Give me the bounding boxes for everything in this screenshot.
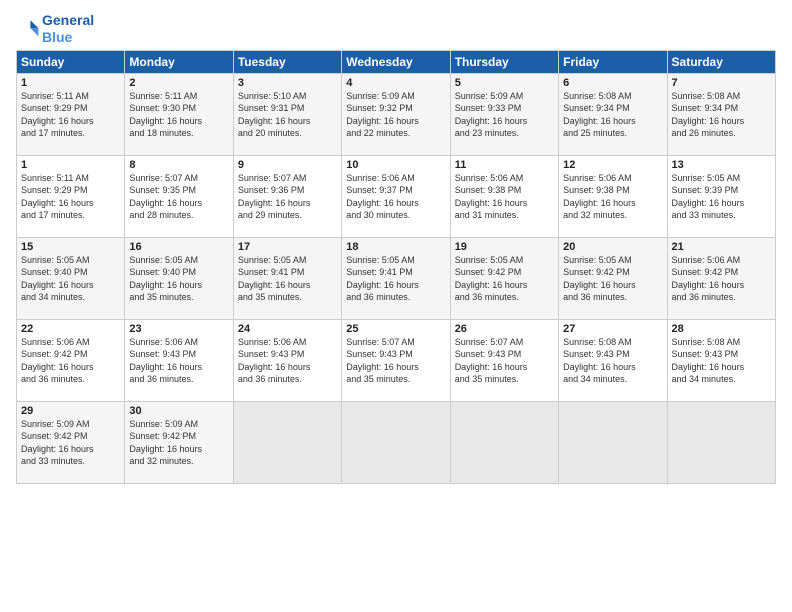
header: General Blue bbox=[16, 12, 776, 46]
calendar-cell bbox=[667, 401, 775, 483]
logo-icon bbox=[16, 17, 40, 41]
calendar-cell: 25Sunrise: 5:07 AMSunset: 9:43 PMDayligh… bbox=[342, 319, 450, 401]
calendar-cell: 10Sunrise: 5:06 AMSunset: 9:37 PMDayligh… bbox=[342, 155, 450, 237]
weekday-header: Monday bbox=[125, 50, 233, 73]
weekday-header: Saturday bbox=[667, 50, 775, 73]
calendar-cell: 24Sunrise: 5:06 AMSunset: 9:43 PMDayligh… bbox=[233, 319, 341, 401]
calendar-cell: 11Sunrise: 5:06 AMSunset: 9:38 PMDayligh… bbox=[450, 155, 558, 237]
calendar-cell: 28Sunrise: 5:08 AMSunset: 9:43 PMDayligh… bbox=[667, 319, 775, 401]
calendar-cell: 8Sunrise: 5:07 AMSunset: 9:35 PMDaylight… bbox=[125, 155, 233, 237]
calendar-cell: 13Sunrise: 5:05 AMSunset: 9:39 PMDayligh… bbox=[667, 155, 775, 237]
calendar-cell bbox=[559, 401, 667, 483]
calendar-cell bbox=[450, 401, 558, 483]
calendar-cell: 21Sunrise: 5:06 AMSunset: 9:42 PMDayligh… bbox=[667, 237, 775, 319]
weekday-header: Sunday bbox=[17, 50, 125, 73]
calendar-cell: 2Sunrise: 5:11 AMSunset: 9:30 PMDaylight… bbox=[125, 73, 233, 155]
weekday-header: Tuesday bbox=[233, 50, 341, 73]
calendar-cell: 16Sunrise: 5:05 AMSunset: 9:40 PMDayligh… bbox=[125, 237, 233, 319]
calendar-cell: 9Sunrise: 5:07 AMSunset: 9:36 PMDaylight… bbox=[233, 155, 341, 237]
calendar-cell: 17Sunrise: 5:05 AMSunset: 9:41 PMDayligh… bbox=[233, 237, 341, 319]
calendar-cell: 12Sunrise: 5:06 AMSunset: 9:38 PMDayligh… bbox=[559, 155, 667, 237]
weekday-header: Wednesday bbox=[342, 50, 450, 73]
logo-text: General Blue bbox=[42, 12, 94, 46]
calendar-cell: 29Sunrise: 5:09 AMSunset: 9:42 PMDayligh… bbox=[17, 401, 125, 483]
weekday-header: Thursday bbox=[450, 50, 558, 73]
calendar-cell: 30Sunrise: 5:09 AMSunset: 9:42 PMDayligh… bbox=[125, 401, 233, 483]
calendar-cell: 1Sunrise: 5:11 AMSunset: 9:29 PMDaylight… bbox=[17, 155, 125, 237]
calendar-cell: 15Sunrise: 5:05 AMSunset: 9:40 PMDayligh… bbox=[17, 237, 125, 319]
calendar-cell: 18Sunrise: 5:05 AMSunset: 9:41 PMDayligh… bbox=[342, 237, 450, 319]
calendar-cell: 26Sunrise: 5:07 AMSunset: 9:43 PMDayligh… bbox=[450, 319, 558, 401]
calendar-cell: 20Sunrise: 5:05 AMSunset: 9:42 PMDayligh… bbox=[559, 237, 667, 319]
calendar-cell bbox=[233, 401, 341, 483]
calendar-cell bbox=[342, 401, 450, 483]
weekday-header-row: SundayMondayTuesdayWednesdayThursdayFrid… bbox=[17, 50, 776, 73]
calendar-cell: 22Sunrise: 5:06 AMSunset: 9:42 PMDayligh… bbox=[17, 319, 125, 401]
calendar-cell: 7Sunrise: 5:08 AMSunset: 9:34 PMDaylight… bbox=[667, 73, 775, 155]
page: General Blue SundayMondayTuesdayWednesda… bbox=[0, 0, 792, 612]
calendar-cell: 23Sunrise: 5:06 AMSunset: 9:43 PMDayligh… bbox=[125, 319, 233, 401]
calendar-cell: 19Sunrise: 5:05 AMSunset: 9:42 PMDayligh… bbox=[450, 237, 558, 319]
calendar-cell: 4Sunrise: 5:09 AMSunset: 9:32 PMDaylight… bbox=[342, 73, 450, 155]
logo: General Blue bbox=[16, 12, 94, 46]
weekday-header: Friday bbox=[559, 50, 667, 73]
calendar-cell: 5Sunrise: 5:09 AMSunset: 9:33 PMDaylight… bbox=[450, 73, 558, 155]
calendar-cell: 27Sunrise: 5:08 AMSunset: 9:43 PMDayligh… bbox=[559, 319, 667, 401]
calendar-cell: 3Sunrise: 5:10 AMSunset: 9:31 PMDaylight… bbox=[233, 73, 341, 155]
calendar-cell: 6Sunrise: 5:08 AMSunset: 9:34 PMDaylight… bbox=[559, 73, 667, 155]
calendar-cell: 1Sunrise: 5:11 AMSunset: 9:29 PMDaylight… bbox=[17, 73, 125, 155]
calendar: SundayMondayTuesdayWednesdayThursdayFrid… bbox=[16, 50, 776, 484]
